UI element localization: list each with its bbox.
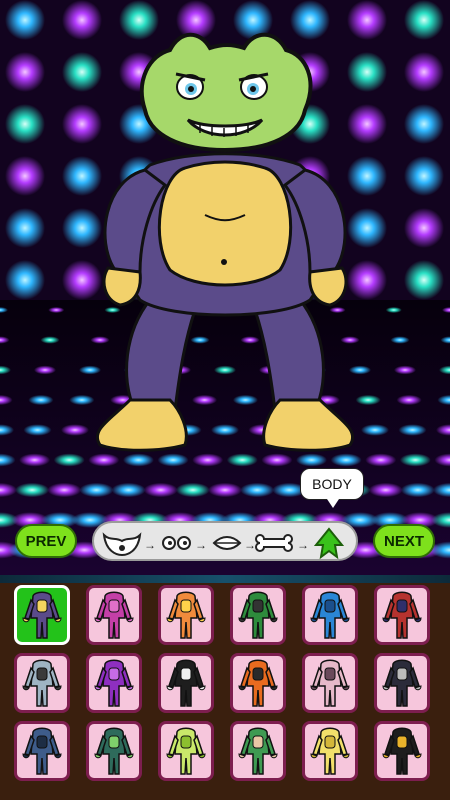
frog-muscle-character[interactable]	[0, 0, 450, 575]
body-option-green-kimono-figure	[238, 727, 278, 775]
body-option-yellow-green-hands-figure	[166, 727, 206, 775]
body-step-icon[interactable]	[313, 527, 345, 560]
body-options-grid	[14, 583, 440, 797]
body-option-black-gold-figure	[382, 727, 422, 775]
body-option-pirate-red-figure	[382, 591, 422, 639]
body-option-gray-coat[interactable]	[14, 653, 70, 713]
body-option-purple-muscle[interactable]	[14, 585, 70, 645]
body-option-green-cape-figure	[94, 727, 134, 775]
arrow-icon: →	[144, 538, 156, 552]
prev-button[interactable]: PREV	[15, 524, 77, 558]
body-tooltip: BODY	[300, 468, 364, 508]
body-option-gray-coat-figure	[22, 659, 62, 707]
body-option-fighter-green[interactable]	[230, 585, 286, 645]
eyes-step-icon[interactable]	[162, 536, 191, 550]
body-options-panel	[0, 575, 450, 800]
body-option-yellow-hands-figure	[310, 727, 350, 775]
panel-divider	[0, 575, 450, 583]
mouth-step-icon[interactable]	[212, 536, 242, 550]
body-option-orange-triangle[interactable]	[158, 585, 214, 645]
body-option-green-cape[interactable]	[86, 721, 142, 781]
body-option-black-white[interactable]	[158, 653, 214, 713]
prev-button-label: PREV	[25, 532, 67, 550]
body-option-purple-long[interactable]	[86, 653, 142, 713]
body-option-yellow-hands[interactable]	[302, 721, 358, 781]
arrow-icon: →	[297, 538, 309, 552]
body-option-dark-suit[interactable]	[374, 653, 430, 713]
body-option-green-kimono[interactable]	[230, 721, 286, 781]
body-option-pink-dress[interactable]	[302, 653, 358, 713]
body-option-pink-dress-figure	[310, 659, 350, 707]
body-option-yellow-green-hands[interactable]	[158, 721, 214, 781]
body-option-purple-muscle-figure	[22, 591, 62, 639]
body-option-orange-ninja-figure	[238, 659, 278, 707]
arrow-icon: →	[195, 538, 207, 552]
next-button[interactable]: NEXT	[373, 524, 435, 558]
body-option-blue-coat[interactable]	[14, 721, 70, 781]
body-option-orange-triangle-figure	[166, 591, 206, 639]
body-option-fighter-green-figure	[238, 591, 278, 639]
body-option-blue-coat-figure	[22, 727, 62, 775]
next-button-label: NEXT	[383, 532, 424, 550]
customization-steps-bar: → → → →	[92, 521, 358, 561]
body-option-dark-suit-figure	[382, 659, 422, 707]
body-option-black-gold[interactable]	[374, 721, 430, 781]
head-shape-step-icon[interactable]	[102, 532, 142, 557]
bone-step-icon[interactable]	[255, 534, 293, 552]
body-option-pink-suit-figure	[94, 591, 134, 639]
body-option-black-white-figure	[166, 659, 206, 707]
arrow-icon: →	[244, 538, 256, 552]
body-option-blue-hair-figure	[310, 591, 350, 639]
body-option-pirate-red[interactable]	[374, 585, 430, 645]
body-option-orange-ninja[interactable]	[230, 653, 286, 713]
body-option-pink-suit[interactable]	[86, 585, 142, 645]
tooltip-label: BODY	[312, 476, 352, 492]
body-option-blue-hair[interactable]	[302, 585, 358, 645]
body-option-purple-long-figure	[94, 659, 134, 707]
dance-floor-scene: BODY	[0, 0, 450, 575]
